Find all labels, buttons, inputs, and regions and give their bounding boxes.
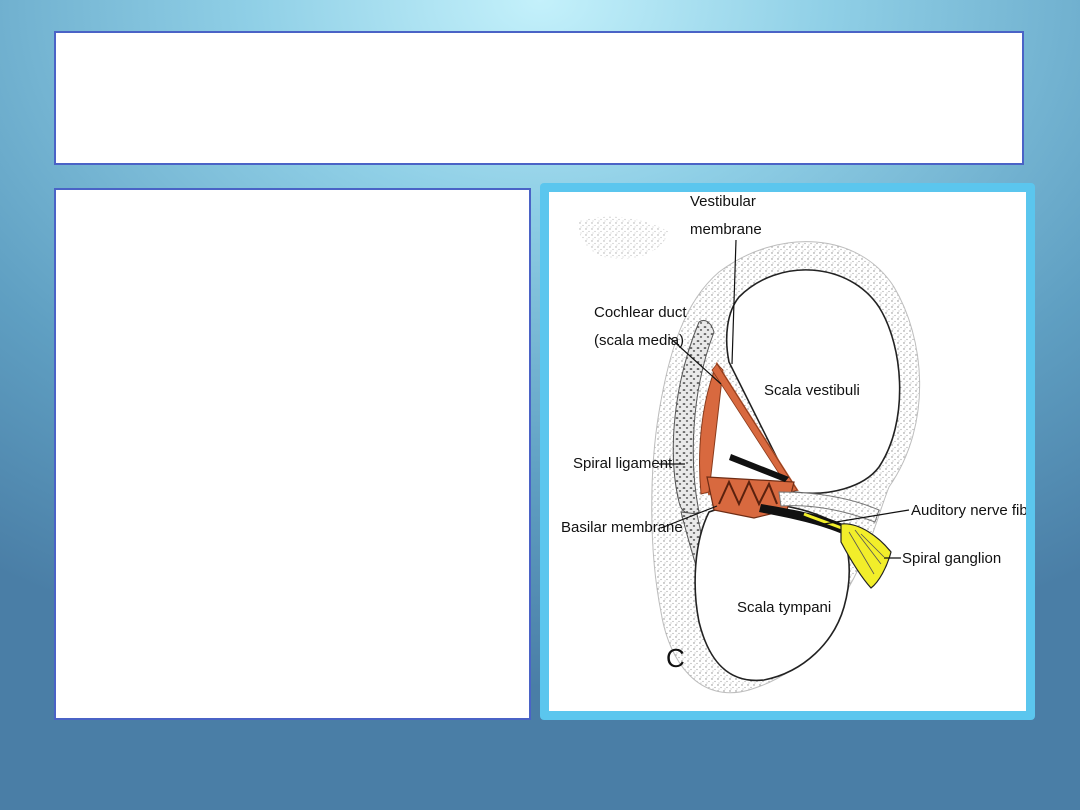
label-basilar-membrane: Basilar membrane — [561, 519, 683, 536]
label-scala-vestibuli: Scala vestibuli — [764, 382, 860, 399]
label-vestibular-membrane-1: Vestibular — [690, 193, 756, 210]
title-placeholder — [54, 31, 1024, 165]
label-cochlear-duct-2: (scala media) — [594, 332, 684, 349]
bone-fragment-top-left — [577, 216, 669, 259]
label-scala-tympani: Scala tympani — [737, 599, 831, 616]
label-panel-letter: C — [666, 643, 685, 673]
cochlea-diagram: Vestibular membrane Cochlear duct (scala… — [549, 192, 1026, 711]
label-auditory-nerve-fibers: Auditory nerve fibers — [911, 502, 1026, 519]
scala-tympani — [694, 503, 850, 682]
figure-frame: Vestibular membrane Cochlear duct (scala… — [540, 183, 1035, 720]
label-cochlear-duct-1: Cochlear duct — [594, 304, 687, 321]
label-spiral-ganglion: Spiral ganglion — [902, 550, 1001, 567]
content-placeholder — [54, 188, 531, 720]
cochlea-cross-section-svg: Vestibular membrane Cochlear duct (scala… — [561, 193, 1026, 694]
label-vestibular-membrane-2: membrane — [690, 221, 762, 238]
label-spiral-ligament: Spiral ligament — [573, 455, 673, 472]
